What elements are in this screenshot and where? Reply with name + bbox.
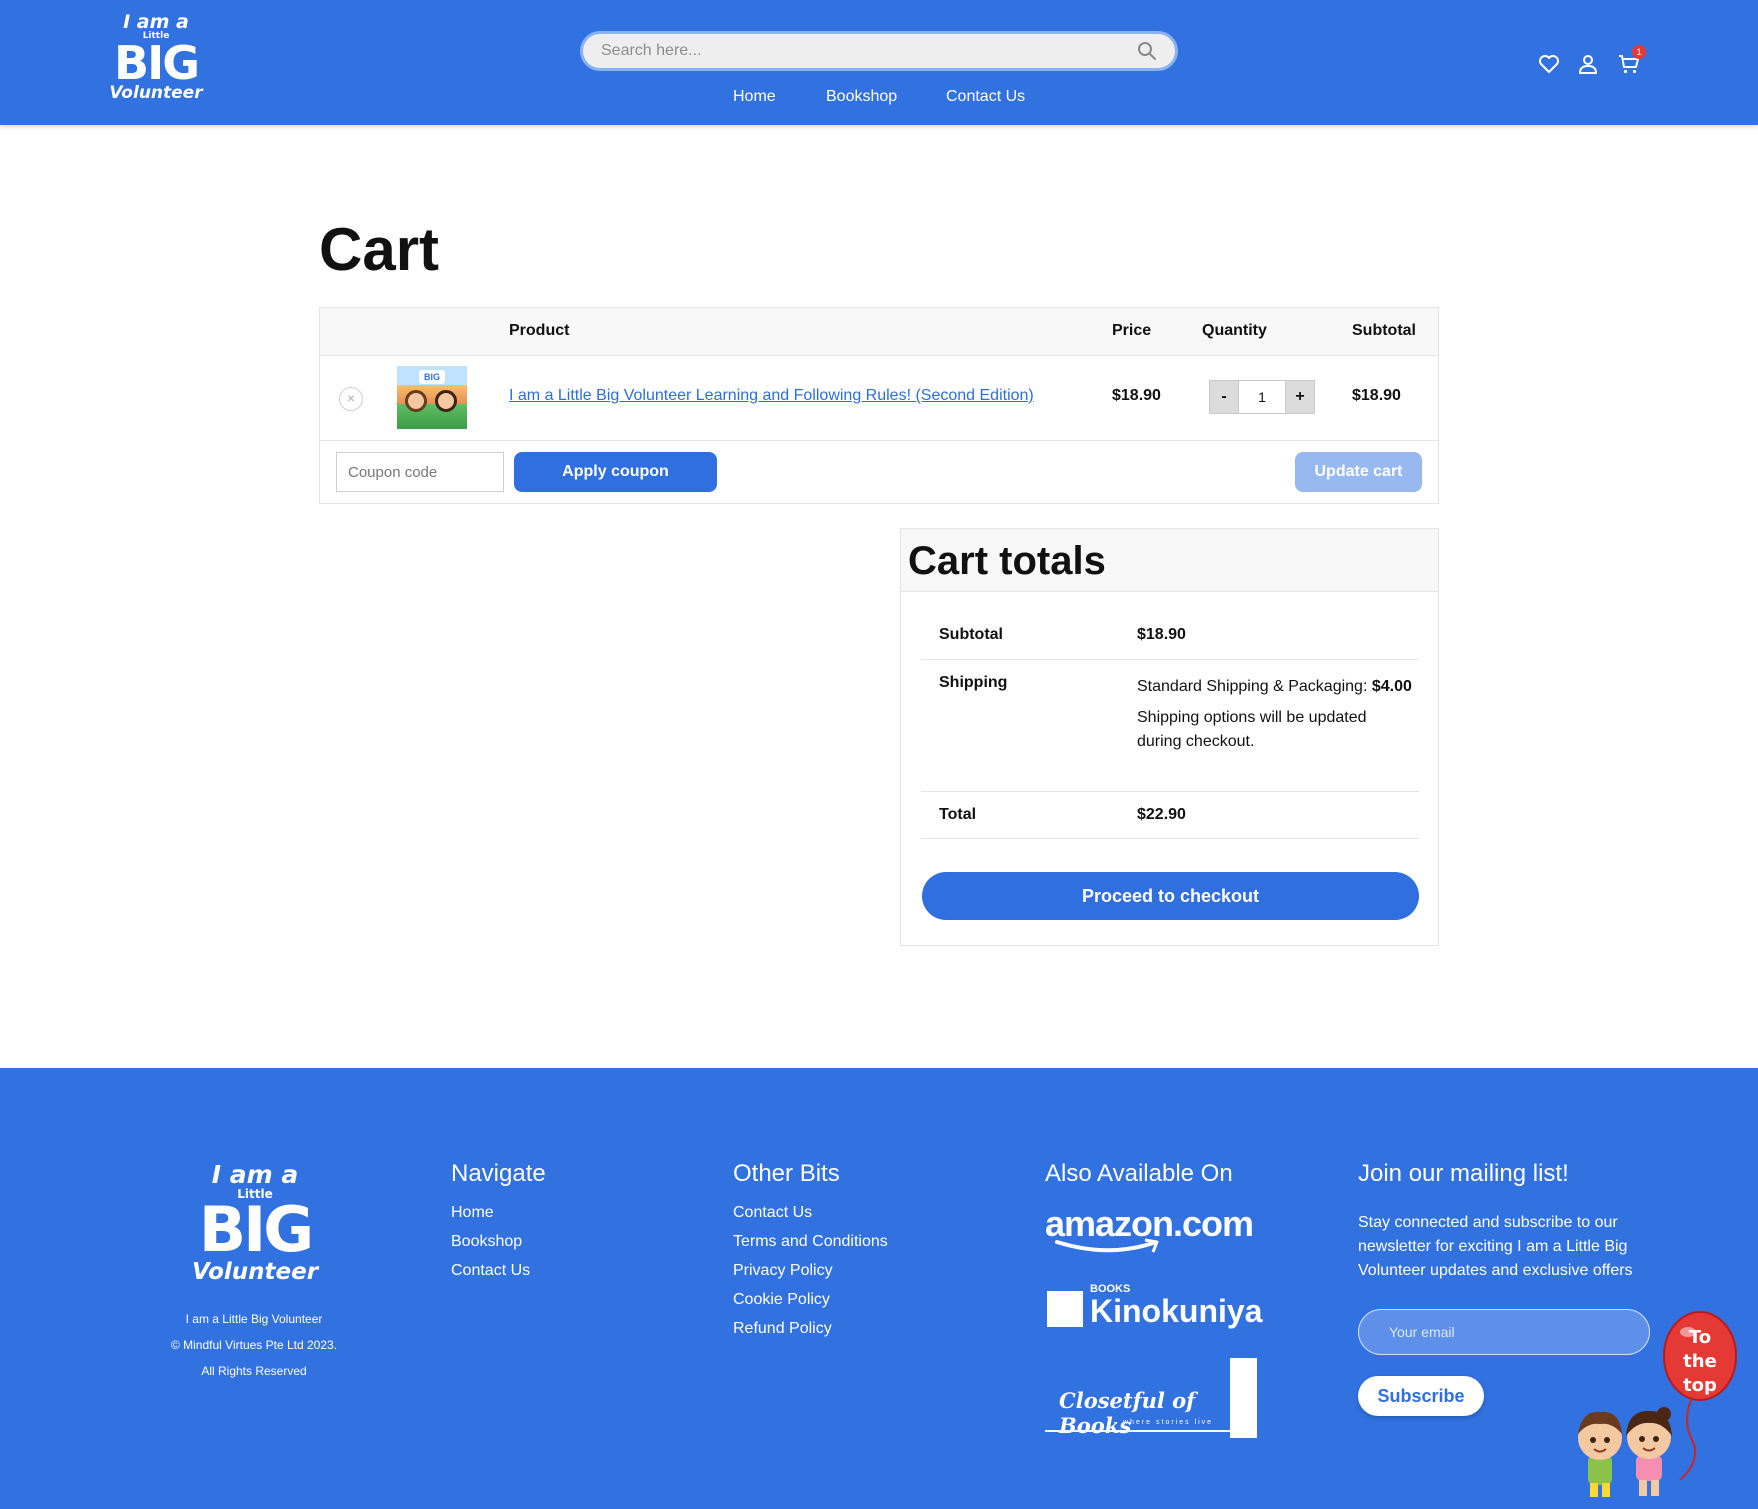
- cart-totals-title: Cart totals: [908, 539, 1106, 583]
- update-cart-button[interactable]: Update cart: [1295, 452, 1422, 492]
- closetful-tagline: where stories live: [1123, 1419, 1214, 1426]
- thumbnail-title: BIG: [419, 370, 445, 384]
- also-available-heading: Also Available On: [1045, 1160, 1233, 1187]
- to-top-line-3: top: [1683, 1375, 1717, 1396]
- footer-link-privacy[interactable]: Privacy Policy: [733, 1262, 833, 1280]
- kinokuniya-logo[interactable]: BOOKS Kinokuniya: [1047, 1283, 1267, 1333]
- other-bits-heading: Other Bits: [733, 1160, 840, 1187]
- quantity-stepper: - 1 +: [1209, 380, 1315, 414]
- site-header: I am a Little BIG Volunteer Home Booksho…: [0, 0, 1758, 125]
- heart-icon[interactable]: [1537, 52, 1561, 76]
- cart-totals: Cart totals Subtotal $18.90 Shipping Sta…: [900, 528, 1439, 946]
- footer-link-home[interactable]: Home: [451, 1204, 494, 1222]
- cart-table-header: Product Price Quantity Subtotal: [320, 308, 1438, 356]
- amazon-smile-icon: [1055, 1238, 1159, 1253]
- boy-mascot-icon: [1578, 1411, 1622, 1497]
- nav-bookshop[interactable]: Bookshop: [826, 88, 897, 106]
- site-footer: I am a Little BIG Volunteer I am a Littl…: [0, 1068, 1758, 1509]
- cart-actions: Apply coupon Update cart: [320, 441, 1438, 503]
- shipping-note-line-1: Shipping options will be updated: [1137, 709, 1367, 726]
- amazon-logo[interactable]: amazon.com: [1045, 1204, 1254, 1260]
- footer-logo[interactable]: I am a Little BIG Volunteer: [190, 1162, 320, 1292]
- subtotal-label: Subtotal: [939, 626, 1003, 643]
- quantity-input[interactable]: 1: [1239, 380, 1285, 414]
- to-the-top-button[interactable]: To the top: [1552, 1310, 1742, 1505]
- kinokuniya-mark-icon: [1047, 1291, 1083, 1327]
- cart-table: Product Price Quantity Subtotal × BIG I …: [319, 307, 1439, 504]
- total-label: Total: [939, 806, 977, 823]
- subtotal-value: $18.90: [1137, 626, 1186, 643]
- divider: [921, 791, 1419, 792]
- search-bar: [580, 31, 1178, 71]
- footer-link-refund[interactable]: Refund Policy: [733, 1320, 832, 1338]
- footer-link-cookie[interactable]: Cookie Policy: [733, 1291, 830, 1309]
- quantity-increase-button[interactable]: +: [1285, 380, 1315, 414]
- divider: [921, 659, 1419, 660]
- page-title: Cart: [319, 216, 440, 283]
- footer-link-contact-us[interactable]: Contact Us: [451, 1262, 530, 1280]
- footer-copyright: © Mindful Virtues Pte Ltd 2023.: [170, 1338, 338, 1352]
- remove-item-icon[interactable]: ×: [339, 387, 363, 411]
- shipping-cost: $4.00: [1371, 678, 1412, 695]
- divider: [921, 838, 1419, 839]
- shipping-note-line-2: during checkout.: [1137, 733, 1255, 750]
- cart-count-badge: 1: [1632, 45, 1646, 59]
- proceed-to-checkout-button[interactable]: Proceed to checkout: [922, 872, 1419, 920]
- search-input[interactable]: [601, 40, 1121, 62]
- column-price: Price: [1112, 322, 1152, 339]
- shipping-method-label: Standard Shipping & Packaging:: [1137, 678, 1368, 695]
- column-product: Product: [509, 322, 570, 339]
- footer-link-terms[interactable]: Terms and Conditions: [733, 1233, 888, 1251]
- nav-home[interactable]: Home: [733, 88, 776, 106]
- thumbnail-character-girl: [435, 390, 457, 412]
- item-subtotal: $18.90: [1352, 387, 1401, 404]
- footer-link-contact[interactable]: Contact Us: [733, 1204, 812, 1222]
- shipping-label: Shipping: [939, 674, 1008, 691]
- mailing-list-description: Stay connected and subscribe to our news…: [1358, 1214, 1633, 1279]
- cart-item-row: × BIG I am a Little Big Volunteer Learni…: [320, 356, 1438, 441]
- apply-coupon-button[interactable]: Apply coupon: [514, 452, 717, 492]
- footer-brand-name: I am a Little Big Volunteer: [185, 1312, 323, 1326]
- closetful-of-books-logo[interactable]: Closetful of Books where stories live: [1045, 1358, 1265, 1444]
- footer-link-bookshop[interactable]: Bookshop: [451, 1233, 522, 1251]
- navigate-heading: Navigate: [451, 1160, 546, 1187]
- thumbnail-character-boy: [405, 390, 427, 412]
- column-subtotal: Subtotal: [1352, 322, 1416, 339]
- cart-totals-header: Cart totals: [901, 529, 1438, 592]
- item-price: $18.90: [1112, 387, 1161, 404]
- subscribe-button[interactable]: Subscribe: [1358, 1376, 1484, 1416]
- column-quantity: Quantity: [1202, 322, 1267, 339]
- search-icon[interactable]: [1137, 41, 1157, 61]
- user-icon[interactable]: [1576, 52, 1600, 76]
- kinokuniya-wordmark: Kinokuniya: [1090, 1293, 1263, 1329]
- main-nav: Home Bookshop Contact Us: [0, 88, 1758, 108]
- shipping-method: Standard Shipping & Packaging: $4.00: [1137, 678, 1412, 696]
- total-value: $22.90: [1137, 806, 1186, 823]
- footer-rights: All Rights Reserved: [201, 1364, 307, 1378]
- mailing-list-heading: Join our mailing list!: [1358, 1160, 1569, 1187]
- coupon-code-input[interactable]: [336, 452, 504, 492]
- product-name-link[interactable]: I am a Little Big Volunteer Learning and…: [509, 387, 1034, 405]
- divider: [1045, 1430, 1245, 1432]
- quantity-decrease-button[interactable]: -: [1209, 380, 1239, 414]
- nav-contact-us[interactable]: Contact Us: [946, 88, 1025, 106]
- to-top-line-2: the: [1683, 1351, 1717, 1372]
- to-top-line-1: To: [1689, 1327, 1711, 1348]
- product-thumbnail[interactable]: BIG: [397, 366, 467, 429]
- girl-mascot-icon: [1626, 1407, 1672, 1496]
